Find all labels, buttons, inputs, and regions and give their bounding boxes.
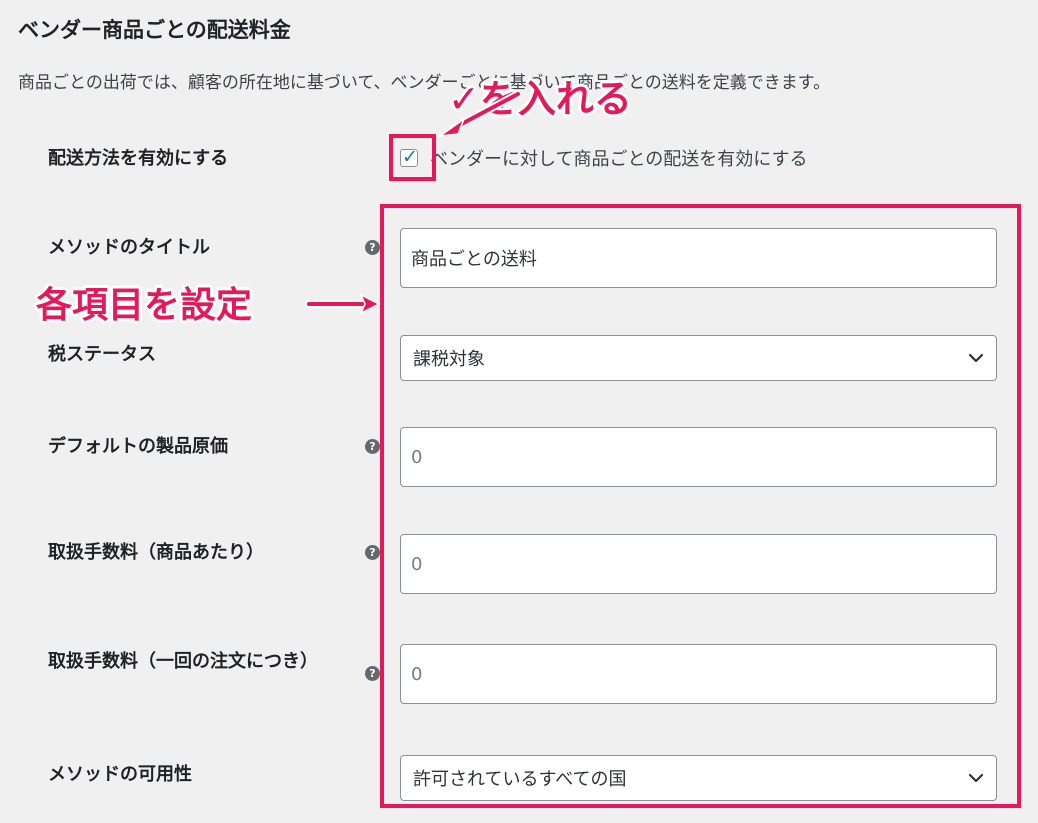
question-mark-icon[interactable]: ? xyxy=(365,439,380,454)
enable-shipping-row: ✓ ベンダーに対して商品ごとの配送を有効にする xyxy=(400,145,807,171)
enable-shipping-label: 配送方法を有効にする xyxy=(48,148,229,169)
arrow-to-fields-icon xyxy=(305,293,381,315)
arrow-to-checkbox-icon xyxy=(437,90,522,138)
enable-shipping-checkbox-label[interactable]: ベンダーに対して商品ごとの配送を有効にする xyxy=(430,145,807,171)
section-title: ベンダー商品ごとの配送料金 xyxy=(18,18,291,42)
question-mark-icon[interactable]: ? xyxy=(365,666,380,681)
question-mark-icon[interactable]: ? xyxy=(365,240,380,255)
fields-highlight-box xyxy=(380,204,1021,808)
availability-label: メソッドの可用性 xyxy=(48,764,192,785)
handling-fee-order-label: 取扱手数料（一回の注文につき） xyxy=(48,651,318,672)
annotation-settings-instruction: 各項目を設定 xyxy=(36,285,253,326)
section-description: 商品ごとの出荷では、顧客の所在地に基づいて、ベンダーごとに基づいて商品ごとの送料… xyxy=(18,73,831,93)
default-cost-label: デフォルトの製品原価 xyxy=(48,436,228,457)
method-title-label: メソッドのタイトル xyxy=(48,237,210,258)
tax-status-label: 税ステータス xyxy=(48,344,156,365)
handling-fee-item-label: 取扱手数料（商品あたり） xyxy=(48,542,264,563)
question-mark-icon[interactable]: ? xyxy=(365,545,380,560)
